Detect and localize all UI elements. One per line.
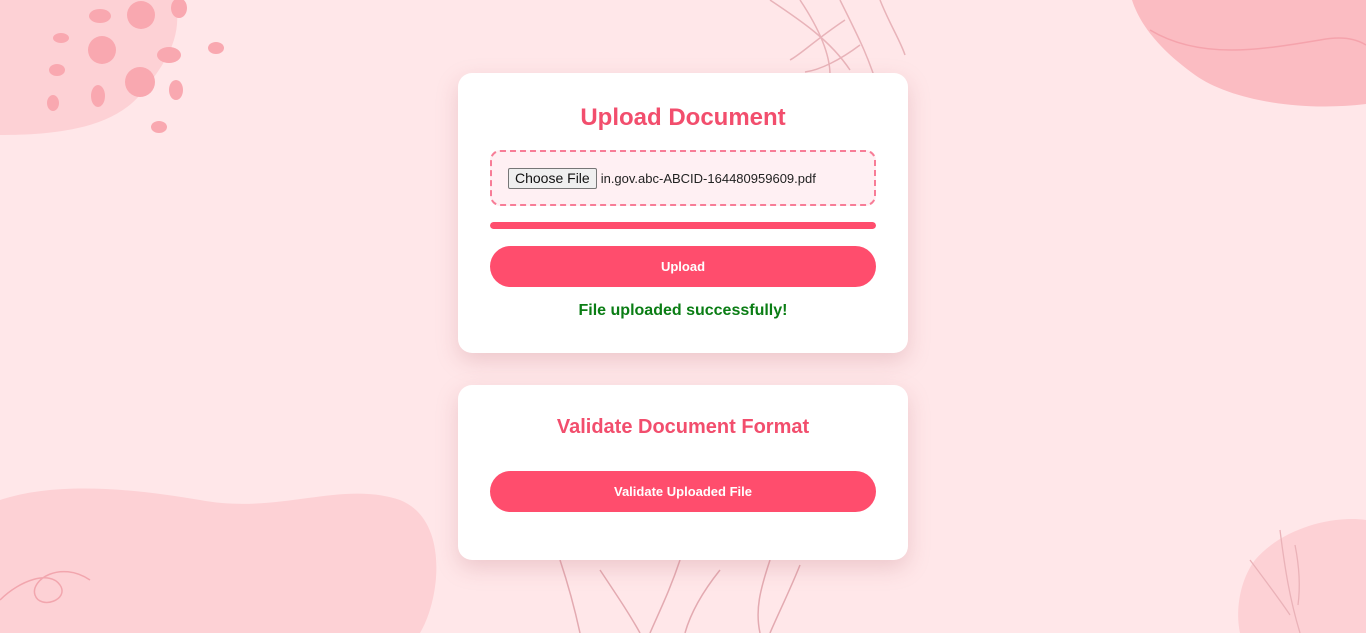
upload-progress-bar	[490, 222, 876, 229]
validate-title: Validate Document Format	[556, 416, 810, 438]
choose-file-button[interactable]: Choose File	[508, 167, 597, 189]
upload-button[interactable]: Upload	[490, 246, 876, 287]
upload-status-message: File uploaded successfully!	[578, 302, 788, 319]
validate-uploaded-file-button[interactable]: Validate Uploaded File	[490, 471, 876, 512]
upload-progress-fill	[490, 222, 876, 229]
selected-file-name: in.gov.abc-ABCID-164480959609.pdf	[600, 170, 816, 186]
file-dropzone[interactable]: Choose File in.gov.abc-ABCID-16448095960…	[490, 150, 876, 206]
upload-card: Upload Document Choose File in.gov.abc-A…	[458, 73, 908, 353]
upload-title: Upload Document	[580, 104, 786, 131]
validate-card: Validate Document Format Validate Upload…	[458, 385, 908, 560]
